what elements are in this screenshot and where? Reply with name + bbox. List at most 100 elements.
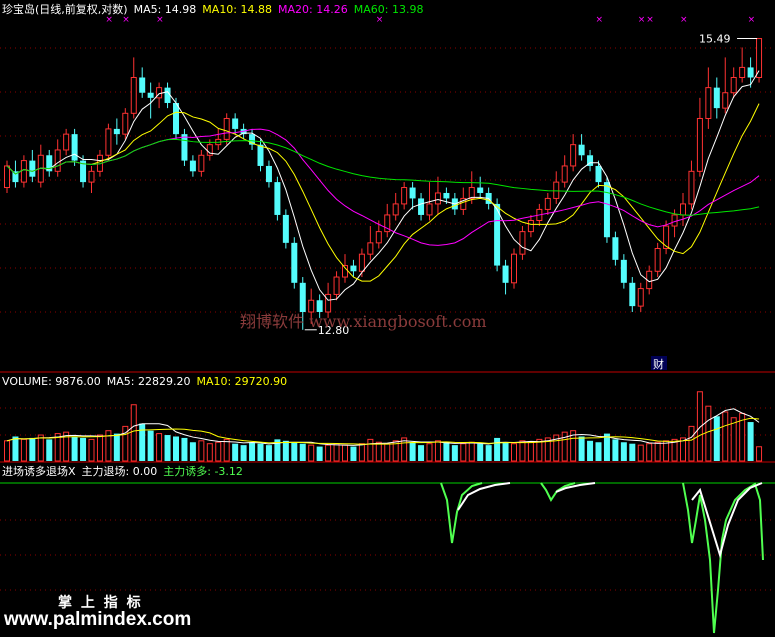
volume-bar-down (451, 445, 458, 461)
candle-body-up (671, 214, 678, 227)
volume-bar-down (282, 440, 289, 461)
top-signal-mark: × (376, 15, 384, 25)
candle-body-down (274, 182, 281, 215)
volume-ma5-label: MA5: 22829.20 (106, 375, 191, 388)
candle-body-down (113, 128, 120, 135)
volume-bar-up (646, 443, 653, 462)
volume-bar-down (249, 442, 256, 461)
volume-bar-down (578, 436, 585, 461)
candle-body-up (198, 154, 205, 172)
candle-body-up (401, 187, 408, 205)
volume-bar-up (206, 443, 213, 462)
volume-bar-down (46, 439, 53, 461)
top-signal-mark: × (646, 15, 654, 25)
tuichang-line-1 (457, 482, 511, 511)
candle-body-up (637, 288, 644, 307)
candle-body-up (20, 160, 27, 183)
volume-bar-down (257, 443, 264, 461)
candle-body-up (105, 128, 112, 156)
candle-body-down (603, 182, 610, 238)
candle-body-down (612, 237, 619, 260)
volume-bar-down (494, 437, 501, 461)
candle-body-down (409, 187, 416, 199)
price-title: 珍宝岛(日线,前复权,对数) (2, 3, 128, 16)
software-watermark: 翔博软件 www.xiangbosoft.com (240, 312, 487, 331)
candle-body-down (350, 265, 357, 272)
volume-bar-down (12, 436, 19, 461)
volume-bar-up (426, 443, 433, 462)
volume-bar-up (663, 440, 670, 462)
top-signal-mark: × (122, 15, 130, 25)
candle-body-up (63, 133, 70, 151)
volume-bar-down (164, 435, 171, 461)
volume-bar-down (29, 437, 36, 461)
candle-body-up (739, 66, 746, 78)
ma60-line (6, 138, 760, 216)
top-signal-mark: × (680, 15, 688, 25)
candle-body-down (147, 92, 154, 98)
volume-bar-up (688, 425, 695, 462)
volume-bar-down (265, 445, 272, 461)
volume-bar-down (113, 433, 120, 461)
candle-body-up (705, 87, 712, 119)
candle-body-down (139, 77, 146, 93)
volume-bar-up (88, 438, 95, 462)
volume-bar-down (71, 436, 78, 461)
top-signal-mark: × (105, 15, 113, 25)
volume-bar-down (232, 443, 239, 461)
price-ma5-label: MA5: 14.98 (133, 3, 197, 16)
youduo-dip-3 (682, 482, 764, 634)
candle-body-down (595, 165, 602, 183)
candle-body-down (181, 134, 188, 161)
candle-body-up (722, 92, 729, 109)
volume-bar-down (181, 437, 188, 461)
volume-bar-down (620, 442, 627, 461)
candle-body-down (620, 259, 627, 283)
candle-body-down (747, 67, 754, 78)
candle-body-up (570, 144, 577, 167)
volume-bar-down (409, 442, 416, 461)
volume-bar-up (215, 441, 222, 462)
candle-body-down (418, 198, 425, 215)
volume-bar-up (730, 417, 737, 462)
top-signal-mark: × (156, 15, 164, 25)
candle-body-down (232, 118, 239, 129)
price-ma10-label: MA10: 14.88 (202, 3, 273, 16)
candle-body-down (282, 214, 289, 243)
volume-bar-down (443, 442, 450, 461)
candle-body-down (291, 242, 298, 283)
candle-body-up (88, 170, 95, 183)
candle-body-down (173, 102, 179, 135)
candle-body-up (130, 76, 137, 114)
volume-bar-down (612, 439, 619, 461)
candle-body-down (257, 144, 264, 166)
volume-header: VOLUME: 9876.00 MA5: 22829.20 MA10: 29720.… (2, 375, 293, 388)
price-ma60-label: MA60: 13.98 (353, 3, 424, 16)
candle-body-up (223, 117, 230, 140)
candle-body-up (333, 276, 340, 295)
volume-bar-up (375, 441, 382, 462)
candle-body-down (71, 134, 78, 161)
candle-body-up (654, 247, 661, 272)
candle-body-up (434, 192, 441, 205)
volume-bar-up (460, 443, 467, 462)
volume-bar-down (80, 437, 87, 461)
volume-bar-up (511, 443, 517, 462)
volume-ma10-label: MA10: 29720.90 (196, 375, 288, 388)
candle-body-down (713, 87, 720, 109)
candle-body-down (29, 160, 36, 177)
volume-bar-down (316, 446, 323, 461)
volume-bar-up (434, 440, 441, 462)
ma20-line (6, 128, 760, 246)
candle-body-up (519, 231, 526, 255)
candle-body-up (756, 38, 763, 78)
top-signal-mark: × (596, 15, 604, 25)
candle-body-up (553, 181, 560, 199)
top-signal-mark: × (638, 15, 646, 25)
volume-bar-up (654, 441, 661, 462)
price-header: 珍宝岛(日线,前复权,对数) MA5: 14.98 MA10: 14.88 MA20:… (2, 3, 429, 16)
volume-bar-down (502, 442, 509, 461)
candle-body-up (688, 170, 695, 205)
volume-bar-up (468, 441, 475, 462)
volume-bar-up (637, 444, 644, 462)
